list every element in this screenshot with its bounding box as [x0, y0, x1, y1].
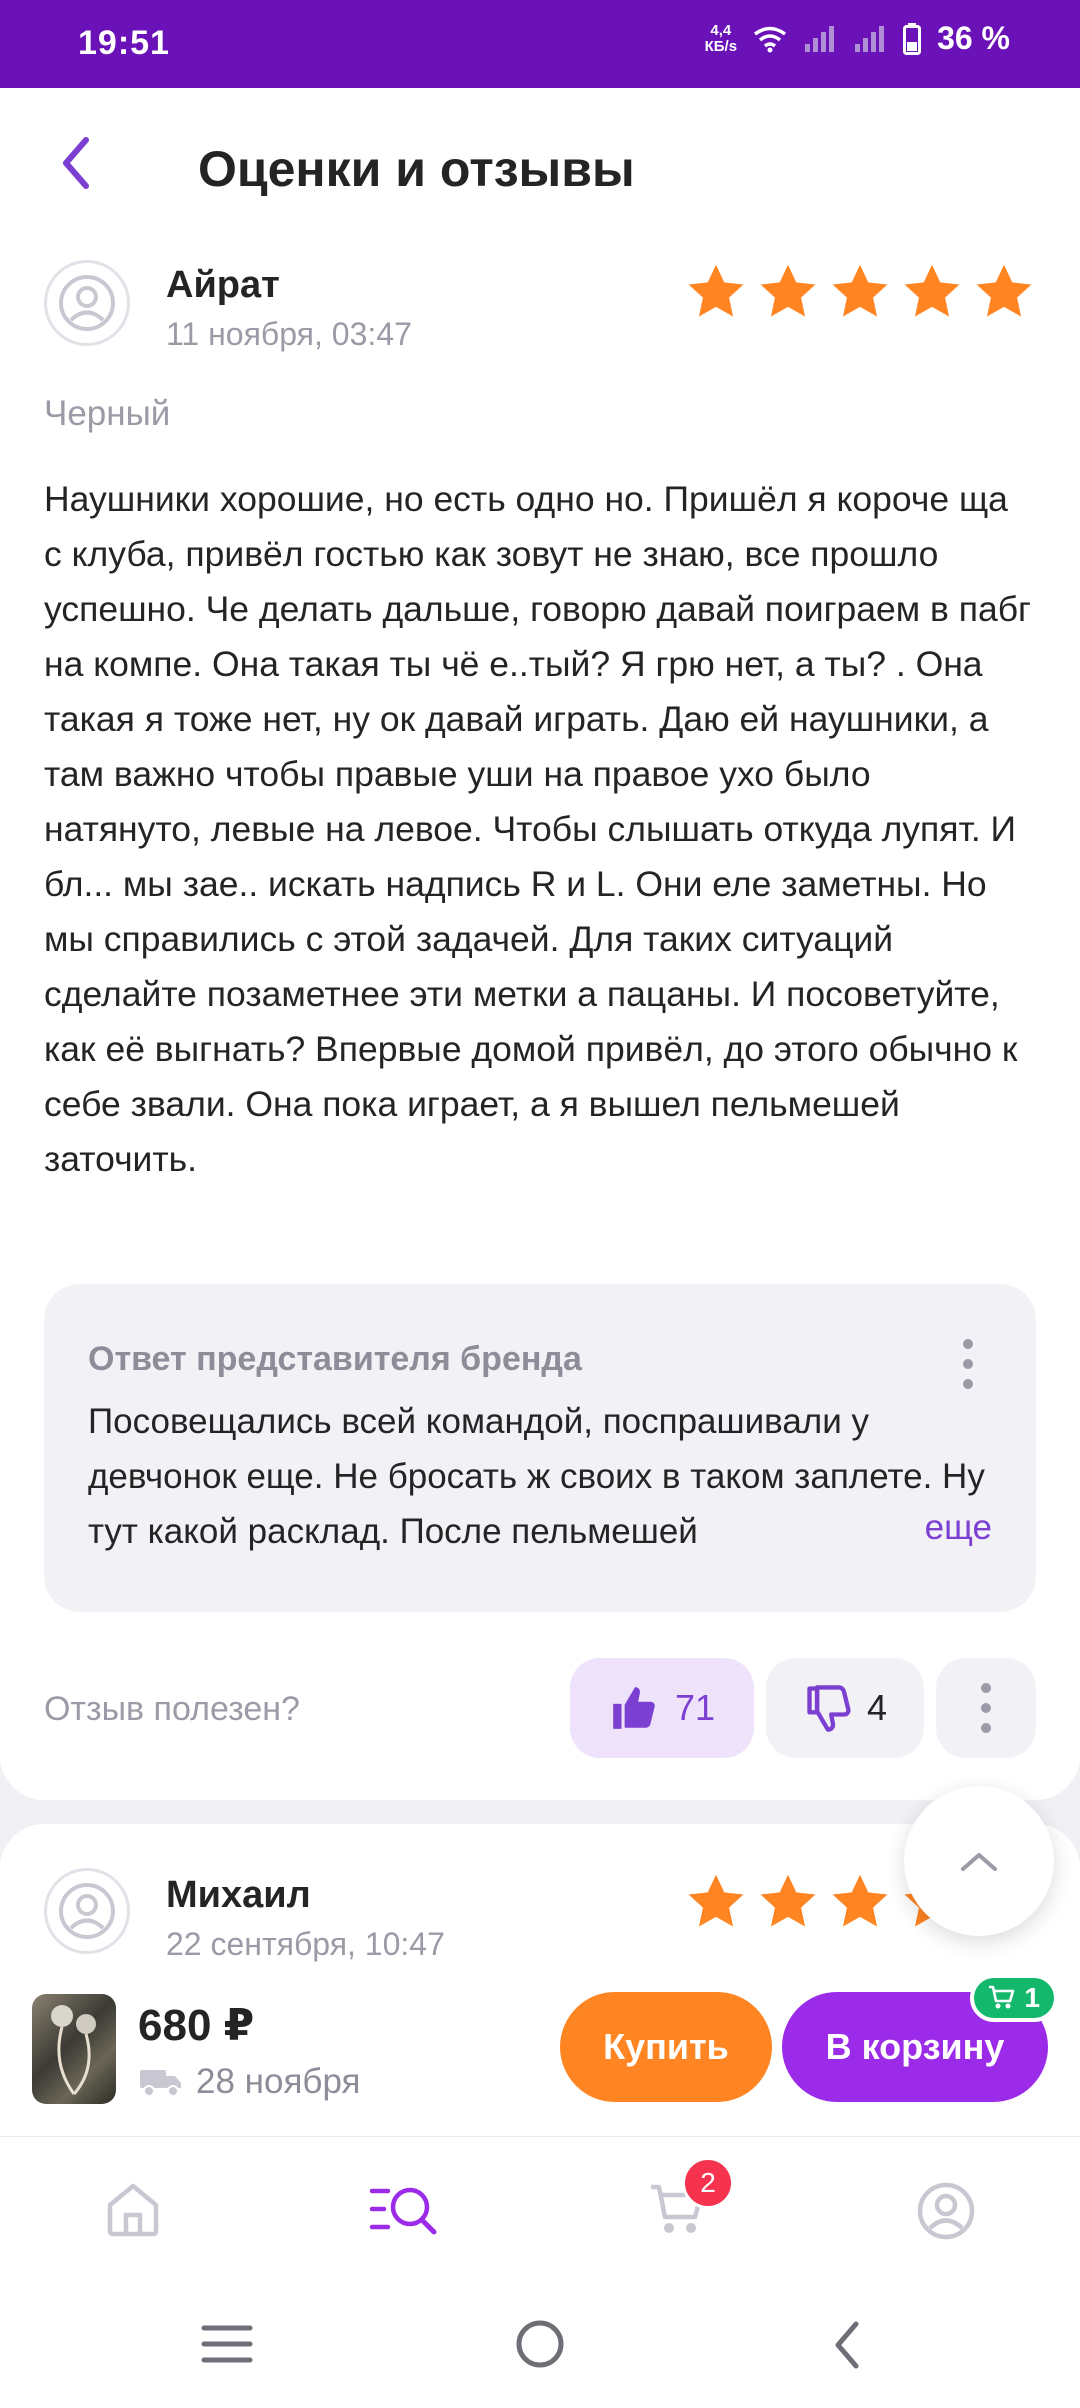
star-icon: [760, 264, 816, 317]
system-back-icon[interactable]: [826, 2318, 870, 2372]
review-author: Михаил: [166, 1874, 311, 1916]
user-icon: [59, 1883, 115, 1939]
battery-level: 36 %: [937, 20, 1010, 56]
star-icon: [904, 264, 960, 317]
more-vert-icon: [981, 1683, 991, 1733]
rating-stars: [684, 260, 1036, 324]
status-icons: 4,4 КБ/s 36 %: [705, 20, 1010, 57]
review-text: Наушники хорошие, но есть одно но. Пришё…: [44, 479, 1031, 1179]
cart-badge: 2: [682, 2157, 734, 2209]
user-icon: [59, 275, 115, 331]
buy-button[interactable]: Купить: [560, 1992, 772, 2102]
signal-icon: [805, 25, 835, 52]
more-vert-icon[interactable]: [960, 1336, 976, 1392]
like-count: 71: [674, 1687, 716, 1728]
avatar: [44, 260, 130, 346]
wifi-icon: [754, 26, 787, 52]
star-icon: [832, 264, 888, 317]
useful-question: Отзыв полезен?: [44, 1690, 300, 1728]
star-icon: [688, 1874, 744, 1927]
cart-icon: [989, 1985, 1015, 2009]
truck-icon: [140, 2070, 181, 2097]
buy-bar: 680 ₽ 28 ноября Купить В корзину 1: [0, 1962, 1080, 2136]
add-to-cart-button[interactable]: В корзину 1: [782, 1974, 1058, 2102]
nav-home[interactable]: [104, 2181, 162, 2244]
signal-icon: [855, 25, 885, 52]
status-bar: 19:51 4,4 КБ/s 36 %: [0, 0, 1080, 88]
star-icon: [976, 264, 1032, 317]
review-author: Айрат: [166, 264, 280, 306]
system-navigation-bar: [0, 2282, 1080, 2408]
like-button[interactable]: 71: [570, 1658, 754, 1758]
top-app-bar: Оценки и отзывы: [0, 88, 1080, 240]
delivery-info: 28 ноября: [138, 2062, 360, 2102]
product-thumbnail[interactable]: [32, 1994, 116, 2104]
catalog-search-icon: [369, 2187, 437, 2235]
review-date: 11 ноября, 03:47: [166, 316, 412, 352]
chevron-up-icon: [961, 1853, 997, 1871]
nav-profile[interactable]: [916, 2181, 976, 2246]
back-arrow-icon[interactable]: [46, 128, 106, 198]
battery-icon: [903, 22, 922, 55]
thumbs-down-icon: [807, 1685, 851, 1732]
cart-count-badge: 1: [970, 1974, 1058, 2022]
recent-apps-icon[interactable]: [200, 2320, 254, 2368]
review-menu-button[interactable]: [936, 1658, 1036, 1758]
product-variant: Черный: [44, 394, 171, 433]
nav-cart[interactable]: 2: [648, 2157, 734, 2244]
home-circle-icon[interactable]: [514, 2318, 566, 2370]
star-icon: [832, 1874, 888, 1927]
status-time: 19:51: [78, 24, 170, 62]
earphones-image: [51, 2005, 96, 2095]
scroll-to-top-button[interactable]: [904, 1786, 1054, 1936]
avatar: [44, 1868, 130, 1954]
star-icon: [760, 1874, 816, 1927]
profile-icon: [917, 2182, 975, 2240]
brand-reply-title: Ответ представителя бренда: [88, 1340, 582, 1378]
add-to-cart-label: В корзину: [825, 2026, 1005, 2067]
star-icon: [688, 264, 744, 317]
dislike-button[interactable]: 4: [766, 1658, 924, 1758]
thumbs-up-icon: [613, 1687, 655, 1729]
network-speed: 4,4 КБ/s: [704, 21, 738, 55]
product-price: 680 ₽: [138, 2001, 255, 2050]
brand-reply: Ответ представителя бренда Посовещались …: [44, 1284, 1036, 1612]
bottom-navigation: 2: [0, 2136, 1080, 2283]
review-date: 22 сентября, 10:47: [166, 1926, 445, 1962]
nav-catalog[interactable]: [368, 2181, 440, 2244]
review-card: Айрат 11 ноября, 03:47 Черный Наушники х…: [0, 240, 1080, 1800]
home-icon: [107, 2183, 159, 2237]
dislike-count: 4: [866, 1687, 888, 1728]
show-more-link[interactable]: еще: [844, 1508, 992, 1548]
delivery-date: 28 ноября: [196, 2062, 361, 2101]
page-title: Оценки и отзывы: [198, 141, 635, 197]
